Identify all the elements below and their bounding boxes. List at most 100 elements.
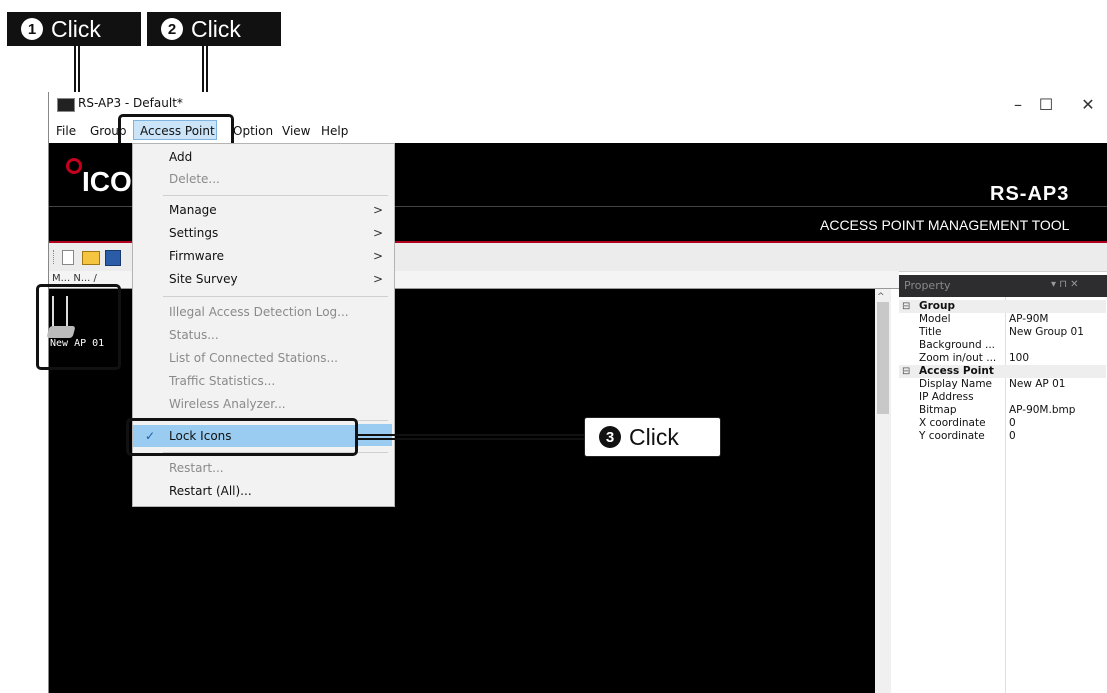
close-button[interactable]: ✕	[1076, 95, 1100, 115]
menu-item-delete-label: Delete...	[169, 172, 220, 186]
menu-item-status[interactable]: Status...	[133, 324, 395, 346]
property-value: 0	[1009, 430, 1016, 442]
menu-item-status-label: Status...	[169, 328, 219, 342]
save-icon[interactable]	[105, 250, 121, 266]
canvas-tab[interactable]: M... N... /	[52, 273, 97, 284]
collapse-icon[interactable]: ⊟	[902, 365, 910, 378]
toolbar-grip	[53, 250, 56, 264]
property-key: Zoom in/out ...	[919, 352, 997, 364]
property-value: AP-90M	[1009, 313, 1049, 325]
menu-item-firmware[interactable]: Firmware >	[133, 245, 395, 267]
menu-item-restart-all[interactable]: Restart (All)...	[133, 480, 395, 502]
menu-item-site-survey[interactable]: Site Survey >	[133, 268, 395, 290]
property-row-bitmap[interactable]: Bitmap AP-90M.bmp	[899, 404, 1106, 417]
product-subtitle: ACCESS POINT MANAGEMENT TOOL	[820, 217, 1070, 233]
property-grid: ⊟ Group Model AP-90M Title New Group 01 Ba…	[899, 297, 1107, 693]
menu-item-restart[interactable]: Restart...	[133, 457, 395, 479]
property-row-model[interactable]: Model AP-90M	[899, 313, 1106, 326]
property-row-zoom[interactable]: Zoom in/out ... 100	[899, 352, 1106, 365]
menu-item-wireless-analyzer-label: Wireless Analyzer...	[169, 397, 286, 411]
menu-item-add[interactable]: Add	[133, 146, 395, 168]
property-row-ip-address[interactable]: IP Address	[899, 391, 1106, 404]
step3-leader-line	[358, 434, 584, 436]
menu-view[interactable]: View	[282, 122, 310, 140]
step1-label: Click	[51, 15, 101, 42]
category-label: Group	[919, 300, 956, 312]
step2-number: 2	[161, 18, 183, 40]
menu-item-settings-label: Settings	[169, 226, 219, 240]
property-value: New Group 01	[1009, 326, 1084, 338]
menu-item-site-survey-label: Site Survey	[169, 272, 238, 286]
menu-item-wireless-analyzer[interactable]: Wireless Analyzer...	[133, 393, 395, 415]
menu-item-manage[interactable]: Manage >	[133, 199, 395, 221]
menu-separator	[163, 296, 388, 297]
menu-item-restart-all-label: Restart (All)...	[169, 484, 252, 498]
step3-label: Click	[629, 423, 679, 450]
step3-number: 3	[599, 426, 621, 448]
menu-item-restart-label: Restart...	[169, 461, 224, 475]
maximize-button[interactable]: ☐	[1034, 95, 1058, 115]
property-key: Title	[919, 326, 942, 338]
menu-help[interactable]: Help	[321, 122, 348, 140]
icom-logo: ICOM	[82, 166, 132, 197]
submenu-arrow-icon: >	[372, 272, 383, 286]
menu-item-connected-stations-label: List of Connected Stations...	[169, 351, 338, 365]
menu-option[interactable]: Option	[233, 122, 273, 140]
step1-number: 1	[21, 18, 43, 40]
open-folder-icon[interactable]	[82, 251, 100, 265]
collapse-icon[interactable]: ⊟	[902, 300, 910, 313]
property-key: Bitmap	[919, 404, 957, 416]
property-value: AP-90M.bmp	[1009, 404, 1076, 416]
scrollbar-thumb[interactable]	[877, 302, 889, 414]
property-value: 0	[1009, 417, 1016, 429]
property-key: X coordinate	[919, 417, 986, 429]
minimize-button[interactable]: –	[1006, 95, 1030, 115]
step2-callout: 2 Click	[147, 12, 281, 46]
menu-item-manage-label: Manage	[169, 203, 217, 217]
property-key: Model	[919, 313, 951, 325]
scroll-up-icon[interactable]: ^	[877, 292, 885, 302]
property-value: 100	[1009, 352, 1030, 364]
property-value: New AP 01	[1009, 378, 1066, 390]
property-key: IP Address	[919, 391, 974, 403]
property-key: Display Name	[919, 378, 993, 390]
menu-separator	[163, 195, 388, 196]
menu-item-traffic-statistics[interactable]: Traffic Statistics...	[133, 370, 395, 392]
submenu-arrow-icon: >	[372, 226, 383, 240]
window-title: RS-AP3 - Default*	[78, 96, 183, 110]
step1-highlight	[36, 284, 121, 370]
logo-mark-icon	[66, 158, 82, 174]
step2-label: Click	[191, 15, 241, 42]
property-row-background[interactable]: Background ...	[899, 339, 1106, 352]
menu-item-illegal-access-log-label: Illegal Access Detection Log...	[169, 305, 349, 319]
property-key: Background ...	[919, 339, 995, 351]
menu-item-traffic-statistics-label: Traffic Statistics...	[169, 374, 276, 388]
property-key: Y coordinate	[919, 430, 985, 442]
menu-item-illegal-access-log[interactable]: Illegal Access Detection Log...	[133, 301, 395, 323]
property-row-x-coordinate[interactable]: X coordinate 0	[899, 417, 1106, 430]
property-category-group[interactable]: ⊟ Group	[899, 300, 1106, 313]
step3-highlight	[126, 418, 358, 456]
category-label: Access Point	[919, 365, 994, 377]
property-row-display-name[interactable]: Display Name New AP 01	[899, 378, 1106, 391]
new-file-icon[interactable]	[62, 250, 74, 265]
menu-item-settings[interactable]: Settings >	[133, 222, 395, 244]
property-row-title[interactable]: Title New Group 01	[899, 326, 1106, 339]
submenu-arrow-icon: >	[372, 203, 383, 217]
step1-callout: 1 Click	[7, 12, 141, 46]
menu-file[interactable]: File	[56, 122, 76, 140]
property-category-access-point[interactable]: ⊟ Access Point	[899, 365, 1106, 378]
property-title: Property	[904, 279, 951, 292]
menu-item-add-label: Add	[169, 150, 193, 164]
step3-leader-line-2	[358, 438, 584, 440]
submenu-arrow-icon: >	[372, 249, 383, 263]
app-icon	[57, 98, 75, 112]
product-name: RS-AP3	[990, 183, 1070, 205]
menu-item-firmware-label: Firmware	[169, 249, 224, 263]
menu-item-delete[interactable]: Delete...	[133, 168, 395, 190]
panel-pin-icon[interactable]: ▾ ⊓ ✕	[1051, 279, 1079, 290]
menu-item-connected-stations[interactable]: List of Connected Stations...	[133, 347, 395, 369]
property-titlebar: Property ▾ ⊓ ✕	[899, 275, 1107, 297]
step3-callout: 3 Click	[584, 417, 721, 457]
property-row-y-coordinate[interactable]: Y coordinate 0	[899, 430, 1106, 443]
